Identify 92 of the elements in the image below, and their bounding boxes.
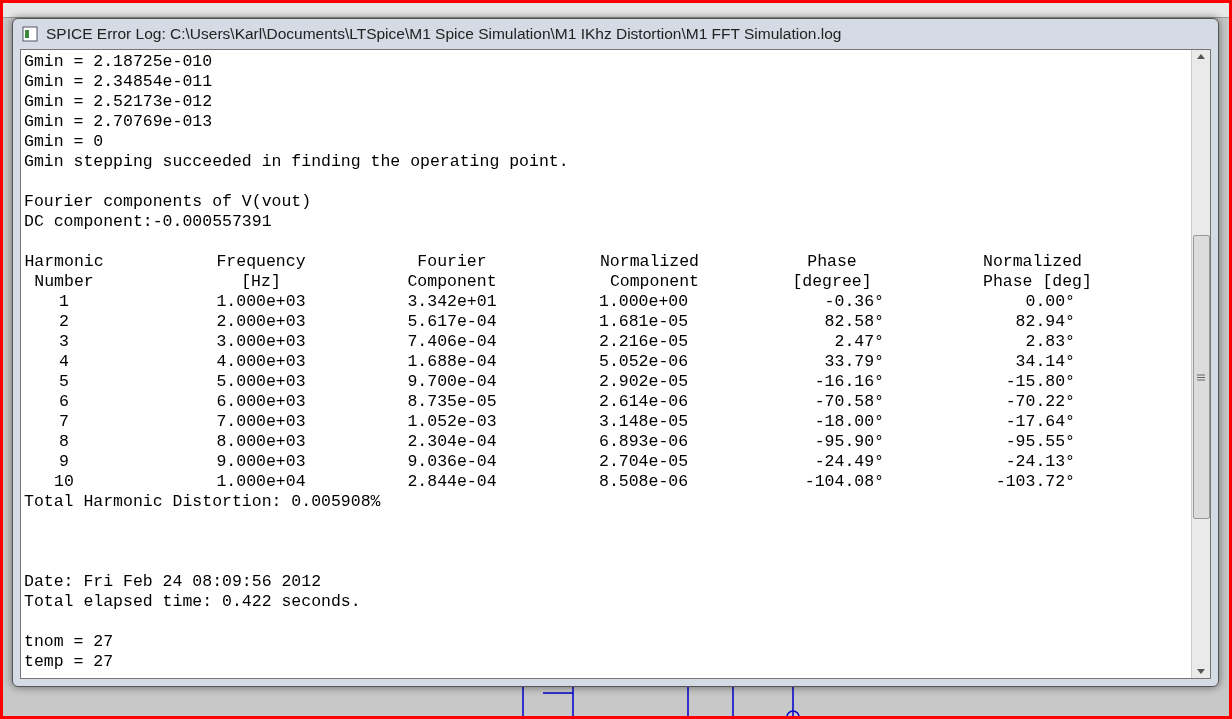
- column-header: Normalized: [599, 252, 699, 272]
- table-cell-text: 10: [53, 472, 75, 492]
- table-cell-text: 2.83°: [1024, 332, 1076, 352]
- table-cell-text: -103.72°: [994, 472, 1076, 492]
- table-cell: 8.735e-05: [407, 392, 497, 412]
- log-line: DC component:-0.000557391: [24, 212, 272, 232]
- table-cell: 9.700e-04: [407, 372, 497, 392]
- column-header: Component: [407, 272, 497, 292]
- column-header: Harmonic: [24, 252, 104, 272]
- table-cell-text: 6: [58, 392, 70, 412]
- table-cell: 1.000e+04: [216, 472, 306, 492]
- table-cell-text: -24.13°: [1004, 452, 1076, 472]
- table-cell: 4.000e+03: [216, 352, 306, 372]
- log-line: Gmin stepping succeeded in finding the operating point.: [24, 152, 569, 172]
- table-cell-text: 9: [58, 452, 70, 472]
- table-cell-text: -0.36°: [823, 292, 884, 312]
- table-cell: 5.617e-04: [407, 312, 497, 332]
- log-line: Total Harmonic Distortion: 0.005908%: [24, 492, 381, 512]
- column-header: [degree]: [791, 272, 873, 292]
- log-line: Gmin = 2.52173e-012: [24, 92, 213, 112]
- column-header: Phase: [806, 252, 858, 272]
- table-cell: 3.000e+03: [216, 332, 306, 352]
- table-cell-text: -70.22°: [1004, 392, 1076, 412]
- column-header: Fourier: [416, 252, 488, 272]
- table-cell-text: -95.90°: [813, 432, 884, 452]
- table-cell-text: 2.614e-06: [599, 392, 690, 412]
- table-cell-text: -95.55°: [1004, 432, 1076, 452]
- table-cell-text: 3: [58, 332, 70, 352]
- table-cell-text: 5.052e-06: [599, 352, 690, 372]
- column-header: [Hz]: [240, 272, 282, 292]
- table-cell: 1.000e+03: [216, 292, 306, 312]
- grip-icon: [1197, 373, 1205, 381]
- table-cell-text: 1.000e+00: [599, 292, 690, 312]
- table-cell-text: 2.902e-05: [599, 372, 690, 392]
- table-cell-text: 1: [58, 292, 70, 312]
- table-cell-text: 34.14°: [1014, 352, 1076, 372]
- column-header: Frequency: [216, 252, 306, 272]
- log-line: Gmin = 2.18725e-010: [24, 52, 213, 72]
- table-cell-text: 2.216e-05: [599, 332, 690, 352]
- window-title: SPICE Error Log: C:\Users\Karl\Documents\LTSpice\M1 Spice Simulation\M1 IKhz Distortion\M1 FFT Simulation.log: [46, 24, 842, 45]
- log-line: temp = 27: [24, 652, 114, 672]
- scrollbar[interactable]: [1191, 50, 1210, 678]
- scroll-thumb[interactable]: [1192, 235, 1210, 519]
- table-cell-text: 33.79°: [823, 352, 884, 372]
- table-cell-text: 3.148e-05: [599, 412, 690, 432]
- column-header: Phase [deg]: [983, 272, 1093, 292]
- table-cell-text: 2.47°: [833, 332, 884, 352]
- table-cell: 7.000e+03: [216, 412, 306, 432]
- table-cell: 1.052e-03: [407, 412, 497, 432]
- table-cell-text: 82.94°: [1014, 312, 1076, 332]
- table-cell-text: 1.681e-05: [599, 312, 690, 332]
- table-cell-text: -16.16°: [813, 372, 884, 392]
- table-cell-text: 8.508e-06: [599, 472, 690, 492]
- log-line: Gmin = 0: [24, 132, 104, 152]
- log-line: Fourier components of V(vout): [24, 192, 312, 212]
- table-cell-text: -17.64°: [1004, 412, 1076, 432]
- table-cell-text: 4: [58, 352, 70, 372]
- table-cell: 7.406e-04: [407, 332, 497, 352]
- log-line: Gmin = 2.70769e-013: [24, 112, 213, 132]
- table-cell-text: 5: [58, 372, 70, 392]
- table-cell-text: -18.00°: [813, 412, 884, 432]
- column-header: Component: [608, 272, 699, 292]
- table-cell: 9.036e-04: [407, 452, 497, 472]
- log-line: tnom = 27: [24, 632, 114, 652]
- table-cell-text: -24.49°: [813, 452, 884, 472]
- table-cell-text: 2: [58, 312, 70, 332]
- log-line: Date: Fri Feb 24 08:09:56 2012: [24, 572, 322, 592]
- table-cell-text: 6.893e-06: [599, 432, 690, 452]
- table-cell-text: 7: [58, 412, 70, 432]
- log-file-icon: [22, 26, 38, 42]
- column-header: Number: [33, 272, 95, 292]
- table-cell-text: 0.00°: [1024, 292, 1076, 312]
- table-cell: 5.000e+03: [216, 372, 306, 392]
- table-cell: 1.688e-04: [407, 352, 497, 372]
- table-cell-text: -70.58°: [813, 392, 884, 412]
- table-cell-text: -104.08°: [803, 472, 884, 492]
- table-cell: 2.844e-04: [407, 472, 497, 492]
- table-cell: 3.342e+01: [407, 292, 497, 312]
- scroll-down-icon[interactable]: [1197, 669, 1205, 674]
- table-cell: 8.000e+03: [216, 432, 306, 452]
- log-line: Total elapsed time: 0.422 seconds.: [24, 592, 361, 612]
- column-header: Normalized: [983, 252, 1084, 272]
- table-cell-text: 8: [58, 432, 70, 452]
- scroll-up-icon[interactable]: [1197, 54, 1205, 59]
- table-cell-text: -15.80°: [1004, 372, 1076, 392]
- table-cell-text: 82.58°: [823, 312, 884, 332]
- table-cell-text: 2.704e-05: [599, 452, 690, 472]
- table-cell: 2.000e+03: [216, 312, 306, 332]
- log-line: Gmin = 2.34854e-011: [24, 72, 213, 92]
- table-cell: 2.304e-04: [407, 432, 497, 452]
- table-cell: 9.000e+03: [216, 452, 306, 472]
- table-cell: 6.000e+03: [216, 392, 306, 412]
